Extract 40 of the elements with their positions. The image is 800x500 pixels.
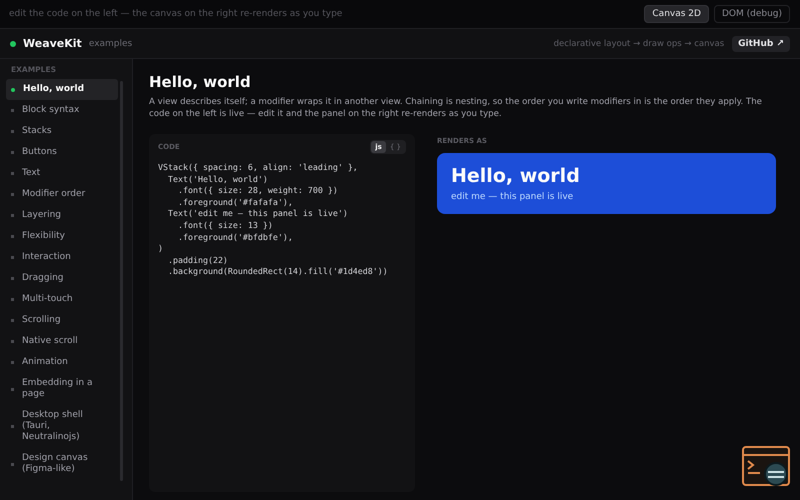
code-line[interactable]: .font({ size: 28, weight: 700 }) (158, 185, 406, 197)
code-line[interactable]: .background(RoundedRect(14).fill('#1d4ed8')) (158, 266, 406, 278)
github-link[interactable]: GitHub ↗ (732, 36, 790, 52)
sidebar-item[interactable]: Stacks (6, 121, 118, 142)
sidebar-item[interactable]: Desktop shell (Tauri, Neutralinojs) (6, 405, 118, 448)
sidebar-item[interactable]: Embedding in a page (6, 373, 118, 405)
brand-name: WeaveKit (23, 37, 82, 50)
brand-subtitle: examples (88, 38, 134, 48)
page-title: Hello, world (149, 73, 252, 91)
pipeline-text: declarative layout → draw ops → canvas (554, 38, 724, 48)
code-line[interactable]: .foreground('#fafafa'), (158, 196, 406, 208)
sidebar-item[interactable]: Layering (6, 205, 118, 226)
preview-subtitle: edit me — this panel is live (451, 192, 574, 202)
code-line[interactable]: VStack({ spacing: 6, align: 'leading' }, (158, 162, 406, 174)
sidebar-item[interactable]: Animation (6, 352, 118, 373)
sidebar-item[interactable]: Multi-touch (6, 289, 118, 310)
sidebar-item[interactable]: Interaction (6, 247, 118, 268)
sidebar-item[interactable]: Buttons (6, 142, 118, 163)
sidebar-item[interactable]: Hello, world (6, 79, 118, 100)
code-line[interactable]: .font({ size: 13 }) (158, 220, 406, 232)
sidebar-item[interactable]: Native scroll (6, 331, 118, 352)
sidebar-item[interactable]: Flexibility (6, 226, 118, 247)
mode-tab[interactable]: DOM (debug) (714, 5, 790, 23)
mode-tab[interactable]: Canvas 2D (644, 5, 709, 23)
code-line[interactable]: ) (158, 243, 406, 255)
hint-text: edit the code on the left — the canvas on the right re-renders as you type (9, 9, 344, 19)
code-line[interactable]: Text('Hello, world') (158, 174, 406, 186)
code-line[interactable]: Text('edit me — this panel is live') (158, 208, 406, 220)
sidebar-item[interactable]: Design canvas (Figma-like) (6, 448, 118, 480)
preview-title: Hello, world (451, 165, 581, 187)
sidebar-item[interactable]: Block syntax (6, 100, 118, 121)
sidebar-item[interactable]: Modifier order (6, 184, 118, 205)
sidebar-item[interactable]: Text (6, 163, 118, 184)
sidebar-item[interactable]: Dragging (6, 268, 118, 289)
sidebar-item[interactable]: Scrolling (6, 310, 118, 331)
code-line[interactable]: .foreground('#bfdbfe'), (158, 232, 406, 244)
terminal-icon[interactable] (742, 446, 790, 486)
code-line[interactable]: .padding(22) (158, 254, 406, 266)
status-dot (10, 40, 16, 46)
page-description: A view describes itself; a modifier wraps it in another view. Chaining is nesting, so the order you write modifiers in is the order they apply. The code on the left is live — edit it and the panel on the right re-renders as you type. (149, 96, 763, 120)
